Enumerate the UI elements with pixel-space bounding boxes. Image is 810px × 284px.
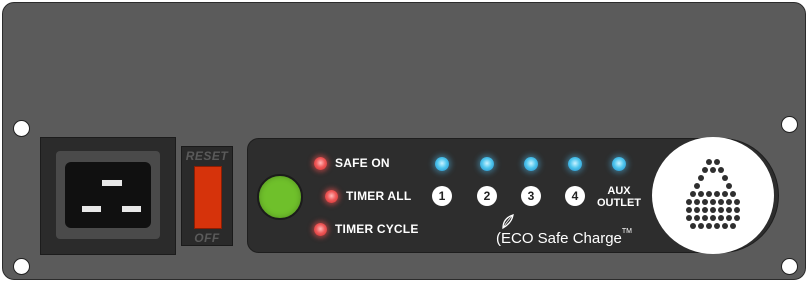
logo-dot xyxy=(734,207,740,213)
timer-cycle-led xyxy=(314,223,327,236)
logo-dot xyxy=(686,207,692,213)
safe-on-label: SAFE ON xyxy=(335,156,390,170)
logo-dot xyxy=(734,199,740,205)
logo-dot xyxy=(694,215,700,221)
logo-dot xyxy=(698,191,704,197)
logo-dot xyxy=(726,207,732,213)
inlet-pin-earth xyxy=(101,179,123,187)
logo-dot xyxy=(694,183,700,189)
logo-dot xyxy=(702,207,708,213)
logo-dot xyxy=(722,175,728,181)
logo-dot xyxy=(714,223,720,229)
logo-dot xyxy=(698,223,704,229)
outlet-1-led xyxy=(435,157,449,171)
logo-dot xyxy=(710,167,716,173)
outlet-4-button[interactable]: 4 xyxy=(565,186,585,206)
inlet-pin-right xyxy=(121,205,142,213)
logo-dot xyxy=(718,167,724,173)
outlet-3-button[interactable]: 3 xyxy=(521,186,541,206)
logo-dot xyxy=(710,207,716,213)
outlet-2-button[interactable]: 2 xyxy=(477,186,497,206)
logo-dot xyxy=(698,175,704,181)
logo-dot xyxy=(722,191,728,197)
logo-dot xyxy=(706,159,712,165)
breaker-toggle-switch[interactable] xyxy=(194,166,222,229)
leaf-icon xyxy=(502,214,514,230)
logo-dot xyxy=(710,199,716,205)
logo-dot xyxy=(726,199,732,205)
mounting-screw-hole xyxy=(781,116,798,133)
timer-cycle-label: TIMER CYCLE xyxy=(335,222,419,236)
logo-dot xyxy=(726,183,732,189)
breaker-reset-label: RESET xyxy=(185,149,229,163)
logo-dot xyxy=(702,199,708,205)
logo-dot xyxy=(714,191,720,197)
timer-all-led xyxy=(325,190,338,203)
outlet-2-led xyxy=(480,157,494,171)
logo-dot xyxy=(694,207,700,213)
logo-dot xyxy=(686,215,692,221)
mounting-screw-hole xyxy=(13,120,30,137)
logo-dot xyxy=(718,215,724,221)
inlet-pin-left xyxy=(81,205,102,213)
outlet-1-button[interactable]: 1 xyxy=(432,186,452,206)
timer-all-label: TIMER ALL xyxy=(346,189,412,203)
outlet-4-led xyxy=(568,157,582,171)
safe-on-led xyxy=(314,157,327,170)
logo-dot xyxy=(702,215,708,221)
logo-dot xyxy=(702,167,708,173)
logo-dot xyxy=(690,191,696,197)
aux-outlet-led xyxy=(612,157,626,171)
logo-dot xyxy=(722,223,728,229)
logo-dot xyxy=(690,223,696,229)
brand-trademark: TM xyxy=(621,228,633,235)
logo-dot xyxy=(686,199,692,205)
logo-dot xyxy=(730,223,736,229)
mounting-screw-hole xyxy=(13,258,30,275)
power-button[interactable] xyxy=(257,174,303,220)
logo-dot xyxy=(726,215,732,221)
logo-badge xyxy=(652,137,774,254)
logo-dot xyxy=(694,199,700,205)
aux-label-line1: AUX xyxy=(607,185,631,197)
logo-dot xyxy=(718,199,724,205)
logo-dot xyxy=(706,191,712,197)
logo-dot xyxy=(714,159,720,165)
brand-wordmark: (ECO Safe ChargeTM xyxy=(496,228,633,247)
outlet-3-led xyxy=(524,157,538,171)
logo-dot xyxy=(730,191,736,197)
logo-dot xyxy=(718,207,724,213)
logo-dot xyxy=(706,223,712,229)
logo-dot xyxy=(734,215,740,221)
logo-dot xyxy=(710,215,716,221)
brand-name: ECO Safe Charge xyxy=(501,230,622,247)
aux-label-line2: OUTLET xyxy=(597,197,641,209)
aux-outlet-label: AUX OUTLET xyxy=(594,185,644,209)
iec-c20-inlet-icon[interactable] xyxy=(65,162,151,228)
mounting-screw-hole xyxy=(781,258,798,275)
breaker-off-label: OFF xyxy=(194,231,220,245)
